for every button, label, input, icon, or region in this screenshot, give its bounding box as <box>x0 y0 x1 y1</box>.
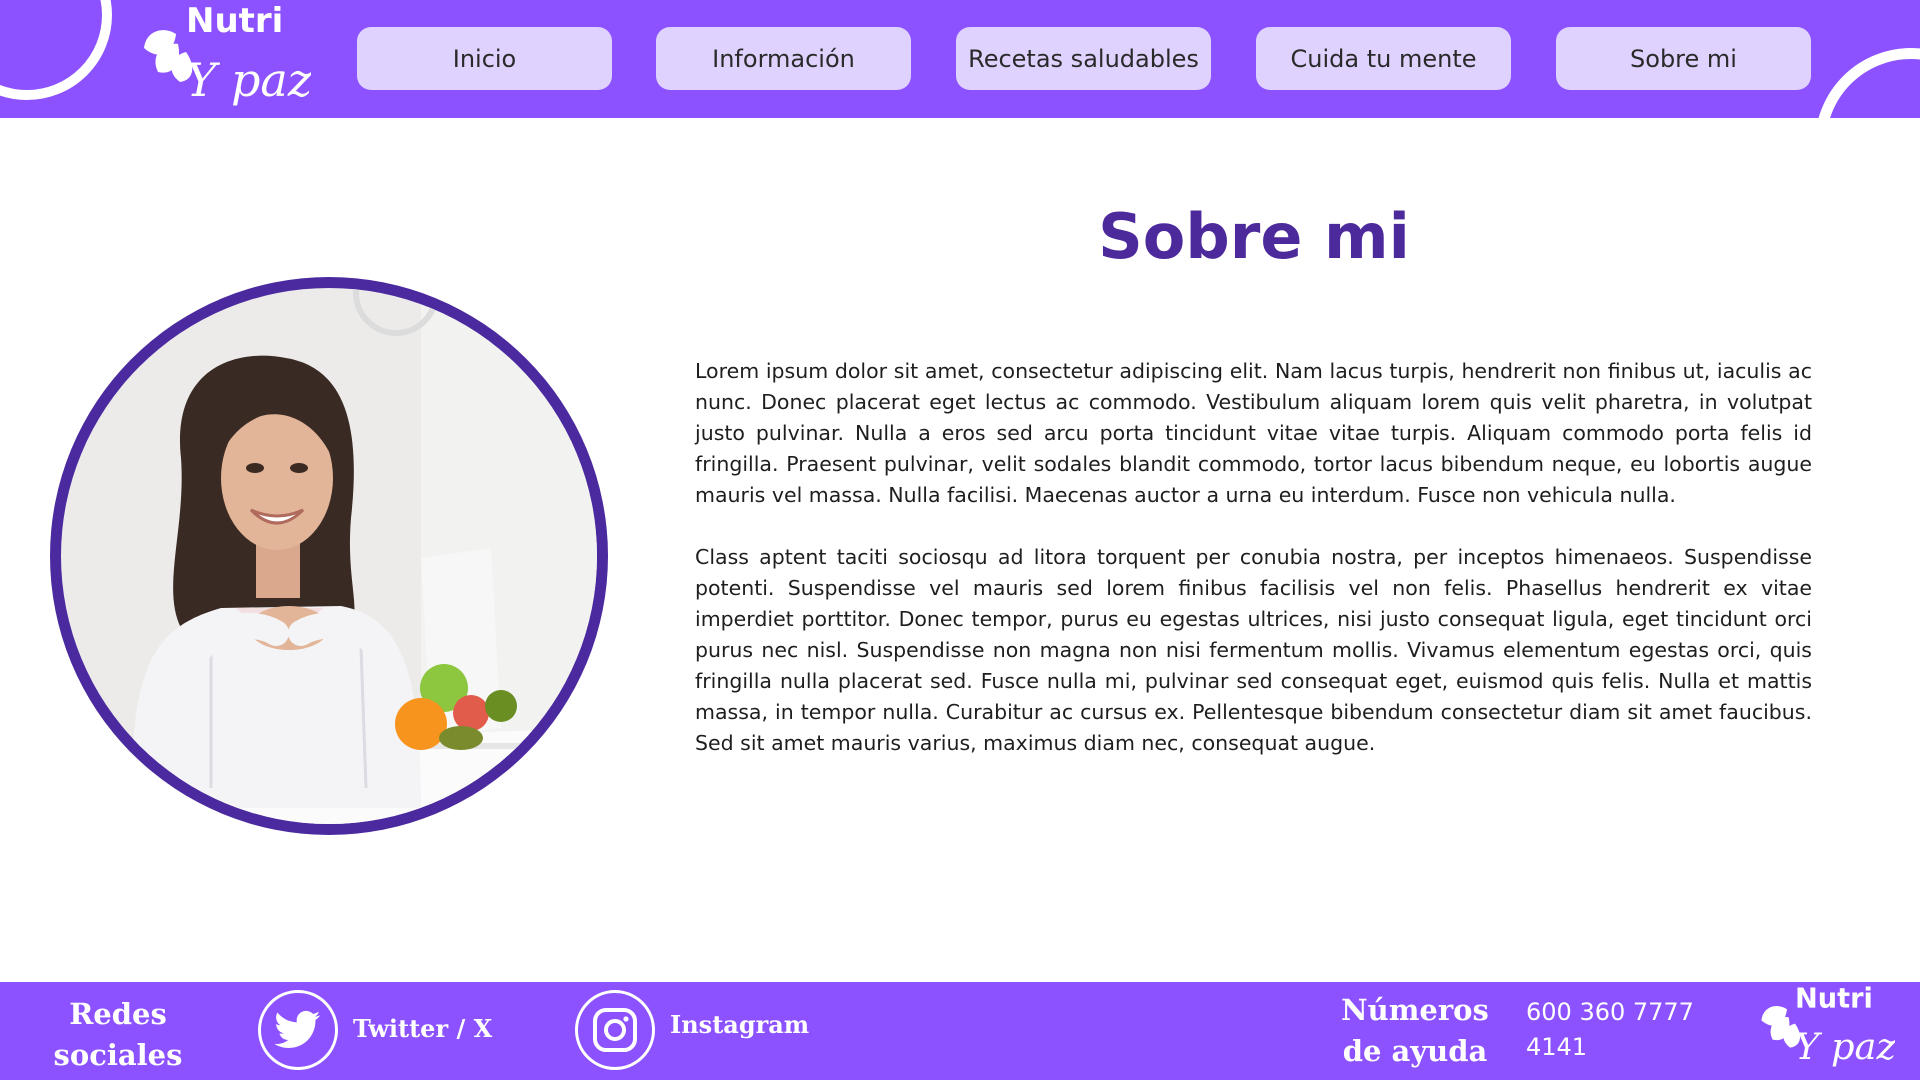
help-numbers-heading: Números de ayuda <box>1335 990 1495 1072</box>
about-paragraph-2: Class aptent taciti sociosqu ad litora t… <box>695 545 1812 755</box>
social-heading-line1: Redes <box>69 997 167 1031</box>
nutritionist-portrait-icon <box>61 288 597 824</box>
phone-number-2[interactable]: 4141 <box>1526 1033 1587 1061</box>
profile-photo <box>61 288 597 824</box>
page-title: Sobre mi <box>1098 200 1410 273</box>
decorative-ring-top-left <box>0 0 112 100</box>
instagram-icon[interactable] <box>575 990 655 1070</box>
nav-informacion-button[interactable]: Información <box>656 27 911 90</box>
footer-logo-text-nutri: Nutri <box>1795 984 1873 1015</box>
nav-sobre-mi-button[interactable]: Sobre mi <box>1556 27 1811 90</box>
help-heading-line2: de ayuda <box>1342 1034 1488 1068</box>
footer-logo-text-ypaz: Y paz <box>1795 1025 1895 1068</box>
decorative-ring-top-right <box>1815 48 1920 118</box>
leaf-icon <box>144 30 193 82</box>
nav-recetas-button[interactable]: Recetas saludables <box>956 27 1211 90</box>
logo-text-ypaz: Y paz <box>186 53 311 107</box>
social-heading-line2: sociales <box>53 1038 183 1072</box>
twitter-link[interactable]: Twitter / X <box>353 1014 492 1043</box>
about-paragraph-1: Lorem ipsum dolor sit amet, consectetur … <box>695 359 1812 507</box>
site-header: Nutri Y paz Inicio Información Recetas s… <box>0 0 1920 118</box>
profile-photo-frame <box>50 277 608 835</box>
nav-cuida-mente-button[interactable]: Cuida tu mente <box>1256 27 1511 90</box>
site-footer: Redes sociales Twitter / X Instagram Núm… <box>0 982 1920 1080</box>
leaf-icon <box>1761 1006 1800 1048</box>
footer-logo[interactable]: Nutri Y paz <box>1755 982 1895 1078</box>
phone-number-1[interactable]: 600 360 7777 <box>1526 998 1694 1026</box>
site-logo[interactable]: Nutri Y paz <box>136 0 311 118</box>
nav-inicio-button[interactable]: Inicio <box>357 27 612 90</box>
logo-text-nutri: Nutri <box>186 1 283 41</box>
help-heading-line1: Números <box>1341 993 1489 1027</box>
instagram-link[interactable]: Instagram <box>670 1010 809 1039</box>
twitter-bird-icon[interactable] <box>258 990 338 1070</box>
social-heading: Redes sociales <box>48 994 188 1076</box>
